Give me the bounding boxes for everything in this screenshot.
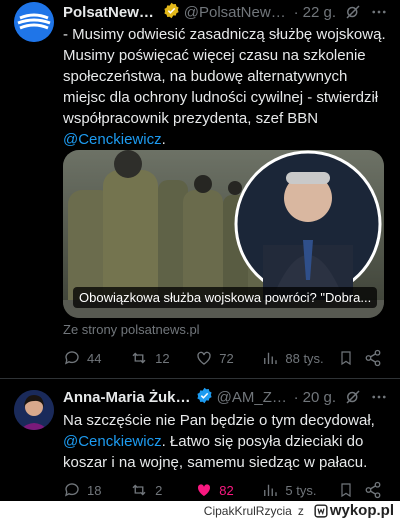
views-icon	[264, 352, 278, 364]
bookmark-button[interactable]	[338, 349, 364, 367]
wykop-site: wykop.pl	[329, 502, 394, 519]
separator-dot: ·	[293, 388, 299, 406]
polsatnews-avatar[interactable]	[14, 2, 54, 42]
author-handle[interactable]: @AM_Zu...	[217, 389, 290, 406]
tweet-reply[interactable]: Anna-Maria Żuko... @AM_Zu... · 20 g. Na …	[0, 380, 400, 501]
views-button[interactable]: 5 tys.	[261, 481, 338, 499]
tweet-text: - Musimy odwiesić zasadniczą służbę wojs…	[63, 24, 386, 150]
wykop-watermark: CipakKrulRzycia z wykop.pl	[0, 501, 400, 520]
card-caption: Obowiązkowa służba wojskowa powróci? "Do…	[73, 287, 378, 308]
share-icon	[365, 349, 381, 367]
like-button[interactable]: 82	[195, 481, 261, 499]
more-icon[interactable]	[370, 3, 388, 21]
watermark-user: CipakKrulRzycia	[203, 503, 292, 518]
tweet-polsatnews[interactable]: PolsatNews... @PolsatNews... · 22 g. - M…	[0, 0, 400, 367]
more-icon[interactable]	[370, 388, 388, 406]
author-handle[interactable]: @PolsatNews...	[184, 4, 290, 21]
text-line: społeczeństwa, na budowę alternatywnych	[63, 68, 348, 85]
author-name[interactable]: Anna-Maria Żuko...	[63, 389, 192, 406]
retweet-button[interactable]: 12	[129, 349, 195, 367]
reply-icon	[64, 351, 79, 365]
mention-link[interactable]: @Cenckiewicz	[63, 131, 162, 148]
wykop-logo-icon	[314, 503, 328, 518]
grok-icon[interactable]	[344, 3, 362, 21]
link-card[interactable]: Obowiązkowa służba wojskowa powróci? "Do…	[63, 150, 384, 318]
retweet-icon	[132, 484, 146, 496]
like-count: 72	[219, 350, 234, 366]
retweet-icon	[132, 352, 146, 364]
text-line: współpracownik prezydenta, szef BBN	[63, 110, 319, 127]
text-line: . Łatwo się posyła dzieciaki do	[161, 433, 364, 450]
views-count: 88 tys.	[285, 350, 324, 366]
separator-dot: ·	[293, 3, 299, 21]
mention-link[interactable]: @Cenckiewicz	[63, 433, 162, 450]
views-count: 5 tys.	[285, 482, 317, 498]
views-icon	[264, 484, 278, 496]
tweet-actions: 18 2 82 5 tys.	[63, 480, 388, 500]
author-avatar[interactable]	[14, 390, 54, 430]
retweet-count: 12	[155, 350, 170, 366]
wykop-logo: wykop.pl	[314, 502, 394, 519]
retweet-button[interactable]: 2	[129, 481, 195, 499]
tweet-header: Anna-Maria Żuko... @AM_Zu... · 20 g.	[63, 387, 388, 407]
verified-badge-icon	[163, 2, 180, 23]
author-name[interactable]: PolsatNews...	[63, 4, 159, 21]
tweet-time[interactable]: 22 g.	[303, 4, 336, 21]
retweet-count: 2	[155, 482, 163, 498]
like-icon	[198, 484, 211, 496]
reply-icon	[64, 483, 79, 497]
share-button[interactable]	[364, 481, 388, 499]
text-line: miejsc dla ochrony ludności cywilnej - s…	[63, 89, 379, 106]
share-icon	[365, 481, 381, 499]
watermark-z: z	[297, 503, 304, 518]
like-icon	[197, 351, 211, 365]
reply-button[interactable]: 44	[63, 349, 129, 367]
tweet-divider	[0, 378, 400, 379]
text-tail: .	[161, 131, 166, 148]
bookmark-button[interactable]	[338, 481, 364, 499]
reply-button[interactable]: 18	[63, 481, 129, 499]
reply-count: 18	[87, 482, 102, 498]
bookmark-icon	[341, 483, 351, 498]
tweet-actions: 44 12 72 88 tys.	[63, 348, 388, 368]
text-line: - Musimy odwiesić zasadniczą służbę wojs…	[63, 26, 386, 43]
like-count: 82	[219, 482, 234, 498]
tweet-text: Na szczęście nie Pan będzie o tym decydo…	[63, 410, 386, 473]
like-button[interactable]: 72	[195, 349, 261, 367]
polsat-logo-icon	[14, 2, 54, 42]
avatar-photo	[14, 390, 54, 430]
tweet-header: PolsatNews... @PolsatNews... · 22 g.	[63, 2, 388, 22]
share-button[interactable]	[364, 349, 388, 367]
reply-count: 44	[87, 350, 102, 366]
text-line: koszar i na wojnę, samemu siedząc w pała…	[63, 454, 368, 471]
grok-icon[interactable]	[344, 388, 362, 406]
card-source[interactable]: Ze strony polsatnews.pl	[63, 322, 200, 337]
bookmark-icon	[341, 351, 351, 366]
text-line: Musimy poświęcać więcej czasu na szkolen…	[63, 47, 366, 64]
tweet-time[interactable]: 20 g.	[303, 389, 336, 406]
views-button[interactable]: 88 tys.	[261, 349, 338, 367]
text-line: Na szczęście nie Pan będzie o tym decydo…	[63, 412, 375, 429]
verified-badge-icon	[196, 387, 213, 408]
